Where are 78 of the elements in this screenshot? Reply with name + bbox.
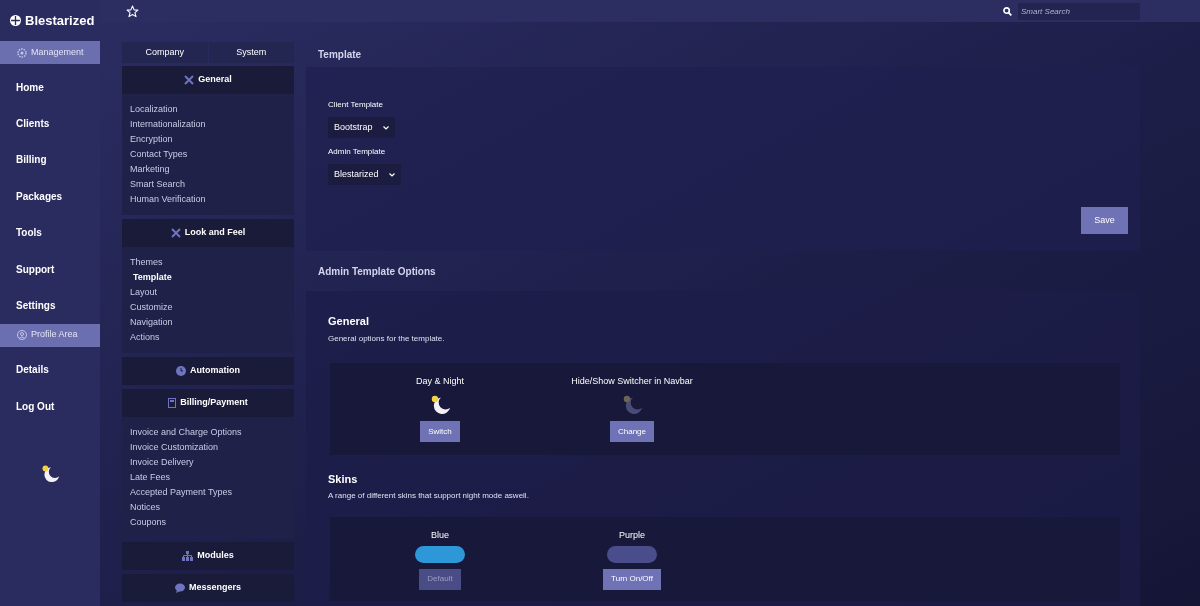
- sidebar-link[interactable]: Settings: [0, 287, 100, 324]
- skin-label: Purple: [619, 529, 645, 542]
- user-icon: [17, 330, 27, 341]
- option-label: Hide/Show Switcher in Navbar: [571, 374, 693, 388]
- group-header[interactable]: Automation: [122, 357, 294, 385]
- brand-name: Blestarized: [25, 11, 95, 30]
- section-title: Template: [317, 47, 363, 62]
- menu-link[interactable]: Template: [130, 270, 172, 285]
- chat-icon: [175, 583, 185, 593]
- menu-link[interactable]: Themes: [130, 255, 163, 270]
- menu-link[interactable]: Notices: [130, 500, 160, 515]
- options-heading: General: [328, 314, 370, 329]
- sidebar-link[interactable]: Details: [0, 351, 100, 389]
- sidebar-section[interactable]: Profile Area: [0, 323, 100, 347]
- group-title: Messengers: [189, 581, 241, 595]
- group-title: Billing/Payment: [180, 396, 248, 410]
- logo-icon: [10, 15, 21, 26]
- sidebar-link[interactable]: Tools: [0, 214, 100, 251]
- menu-link[interactable]: Invoice and Charge Options: [130, 425, 242, 440]
- menu-link[interactable]: Late Fees: [130, 470, 171, 485]
- save-button[interactable]: Save: [1081, 207, 1128, 234]
- menu-link[interactable]: Encryption: [130, 132, 173, 147]
- settings-tab[interactable]: Company: [122, 42, 208, 63]
- search-icon: [1003, 6, 1012, 16]
- option-button[interactable]: Change: [610, 421, 654, 442]
- day-night-icon: [621, 393, 643, 415]
- options-description: General options for the template.: [328, 332, 446, 345]
- menu-link[interactable]: Invoice Customization: [130, 440, 219, 455]
- menu-link[interactable]: Smart Search: [130, 177, 186, 192]
- field-label: Admin Template: [328, 146, 387, 158]
- skin-button[interactable]: Turn On/Off: [603, 568, 661, 590]
- group-title: Look and Feel: [184, 226, 246, 240]
- template-select[interactable]: Bootstrap: [328, 117, 395, 138]
- group-title: Modules: [197, 549, 234, 563]
- menu-link[interactable]: Invoice Delivery: [130, 455, 194, 470]
- options-description: A range of different skins that support night mode aswell.: [328, 490, 530, 502]
- sidebar-section[interactable]: Management: [0, 41, 100, 64]
- clock-icon: [176, 366, 186, 376]
- sidebar-link[interactable]: Home: [0, 69, 100, 106]
- menu-link[interactable]: Layout: [130, 285, 158, 300]
- options-heading: Skins: [328, 471, 359, 487]
- sidebar-link[interactable]: Support: [0, 250, 100, 288]
- menu-link[interactable]: Actions: [130, 330, 160, 345]
- option-label: Day & Night: [416, 374, 464, 388]
- menu-link[interactable]: Customize: [130, 300, 173, 315]
- sitemap-icon: [182, 551, 194, 561]
- sidebar-link[interactable]: Log Out: [0, 388, 100, 425]
- menu-link[interactable]: Human Verification: [130, 192, 206, 207]
- menu-link[interactable]: Coupons: [130, 515, 167, 530]
- section-title: Admin Template Options: [317, 264, 437, 279]
- group-title: Automation: [190, 364, 240, 378]
- gear-icon: [17, 47, 27, 58]
- day-night-icon: [429, 393, 451, 415]
- chevron-icon: [388, 172, 395, 177]
- group-header[interactable]: Billing/Payment: [122, 389, 294, 417]
- sidebar-link[interactable]: Billing: [0, 141, 100, 179]
- sidebar-link[interactable]: Clients: [0, 105, 100, 142]
- menu-link[interactable]: Internationalization: [130, 117, 206, 132]
- menu-link[interactable]: Accepted Payment Types: [130, 485, 232, 500]
- template-select[interactable]: Blestarized: [328, 164, 401, 185]
- group-header[interactable]: General: [122, 66, 294, 94]
- menu-link[interactable]: Localization: [130, 102, 178, 117]
- group-header[interactable]: Look and Feel: [122, 219, 294, 247]
- settings-tab[interactable]: System: [208, 42, 294, 63]
- option-button[interactable]: Switch: [420, 421, 460, 442]
- star-icon[interactable]: [126, 4, 139, 18]
- group-title: General: [198, 73, 232, 87]
- menu-link[interactable]: Contact Types: [130, 147, 188, 162]
- search-field[interactable]: Smart Search: [1018, 2, 1140, 20]
- calculator-icon: [168, 398, 177, 408]
- menu-link[interactable]: Marketing: [130, 162, 170, 177]
- skin-label: Blue: [431, 529, 449, 542]
- group-header[interactable]: Modules: [122, 542, 294, 570]
- menu-link[interactable]: Navigation: [130, 315, 173, 330]
- sidebar-link[interactable]: Packages: [0, 178, 100, 215]
- chevron-icon: [382, 125, 389, 130]
- field-label: Client Template: [328, 99, 384, 111]
- group-header[interactable]: Messengers: [122, 574, 294, 602]
